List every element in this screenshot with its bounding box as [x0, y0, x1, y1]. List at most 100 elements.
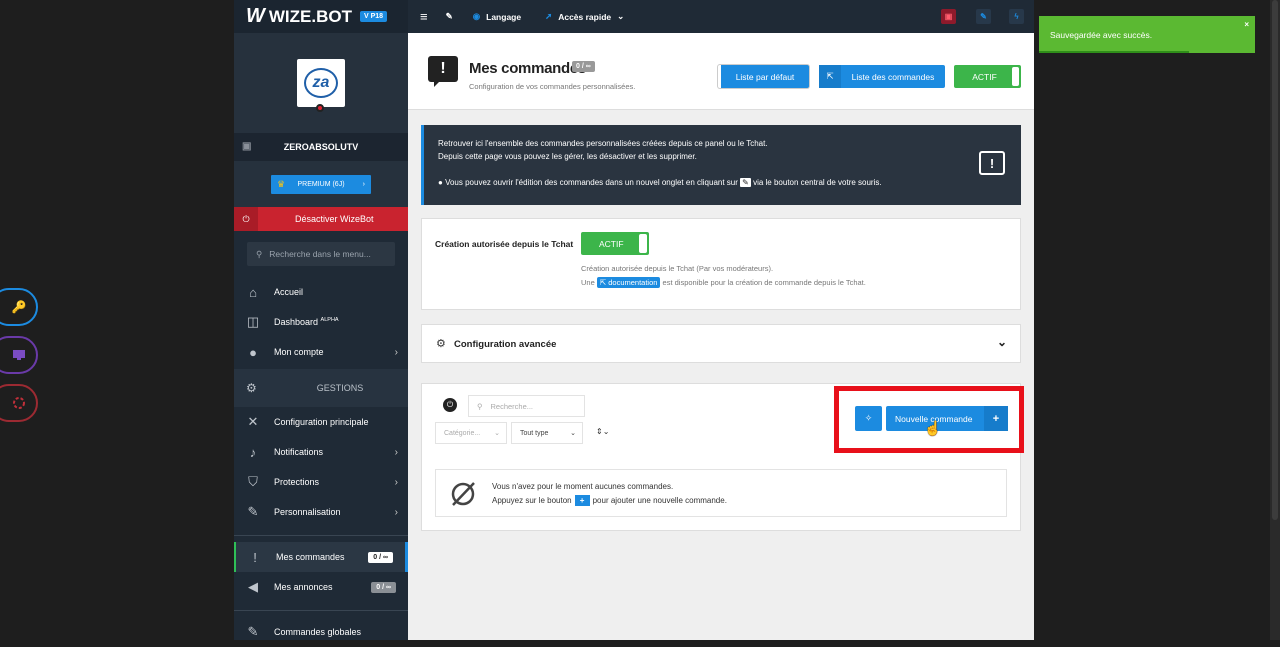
key-icon: 🔑 [11, 300, 27, 314]
info-circle-icon: ● [438, 178, 443, 187]
sidebar-item-accueil[interactable]: ⌂ Accueil [234, 277, 408, 307]
pin-icon[interactable]: ✎ [446, 11, 453, 22]
advanced-config-panel[interactable]: ⚙ Configuration avancée ⌄ [421, 324, 1021, 363]
category-select[interactable]: Catégorie... ⌄ [435, 422, 507, 444]
globe-icon: ◉ [472, 11, 481, 21]
status-dot [316, 104, 324, 112]
chevron-down-icon: ⌄ [494, 430, 500, 437]
language-label: Langage [486, 11, 522, 22]
brand-bar: W WIZE.BOT V P18 [234, 0, 408, 33]
brush-icon: ✎ [247, 504, 259, 519]
section-label: GESTIONS [316, 383, 364, 393]
power-filter-icon[interactable]: ⏻ [443, 398, 457, 412]
shield-icon: ⛉ [248, 474, 258, 489]
sidebar-item-configuration[interactable]: ✕ Configuration principale [234, 407, 408, 437]
deactivate-button[interactable]: ⏻ Désactiver WizeBot [234, 207, 408, 231]
sidebar-item-label: Protections [274, 477, 320, 487]
search-icon: ⚲ [477, 401, 483, 411]
key-float-button[interactable]: 🔑 [0, 288, 38, 326]
scrollbar-thumb[interactable] [1272, 0, 1278, 520]
version-badge: V P18 [360, 11, 388, 22]
brand-name[interactable]: WIZE.BOT [269, 7, 352, 27]
info-line-2: Depuis cette page vous pouvez les gérer,… [438, 152, 697, 161]
screen-float-button[interactable] [0, 336, 38, 374]
tool-icon[interactable]: ✎ [976, 9, 991, 24]
sidebar-item-notifications[interactable]: ♪ Notifications › [234, 437, 408, 467]
title-count-badge: 0 / ∞ [572, 61, 595, 72]
empty-state: Vous n'avez pour le moment aucunes comma… [435, 469, 1007, 517]
sidebar-item-protections[interactable]: ⛉ Protections › [234, 467, 408, 497]
command-list-button[interactable]: ⇱ Liste des commandes [819, 65, 945, 88]
main-content: ! Mes commandes 0 / ∞ Configuration de v… [408, 33, 1034, 640]
chat-creation-card: Création autorisée depuis le Tchat ACTIF… [421, 218, 1021, 310]
sidebar-item-personnalisation[interactable]: ✎ Personnalisation › [234, 497, 408, 527]
sidebar-item-dashboard[interactable]: ◫ Dashboard ALPHA [234, 307, 408, 337]
active-toggle[interactable]: ACTIF [954, 65, 1021, 88]
empty-line-2: Appuyez sur le bouton + pour ajouter une… [492, 495, 727, 506]
topbar: ≡ ✎ ◉ Langage ➚ Accès rapide ⌄ ▣ ✎ ϟ [408, 0, 1034, 33]
sidebar: W WIZE.BOT V P18 za ▣ ZEROABSOLUTV ♛ PRE… [234, 0, 408, 640]
sidebar-item-label: Configuration principale [274, 417, 369, 427]
lifebuoy-float-button[interactable] [0, 384, 38, 422]
sidebar-item-mes-commandes[interactable]: ! Mes commandes 0 / ∞ [234, 542, 408, 572]
avatar[interactable]: za [297, 59, 345, 112]
rocket-icon: ➚ [545, 11, 553, 21]
type-select[interactable]: Tout type ⌄ [511, 422, 583, 444]
sidebar-item-commandes-globales[interactable]: ✎ Commandes globales [234, 617, 408, 647]
premium-button[interactable]: ♛ PREMIUM (6J) › [271, 174, 371, 194]
user-icon: ● [249, 344, 257, 360]
twitch-icon: ▣ [242, 141, 252, 152]
sidebar-item-label: Dashboard ALPHA [274, 317, 339, 327]
no-entry-icon [451, 482, 475, 506]
lifebuoy-icon [13, 397, 25, 409]
scrollbar[interactable] [1270, 0, 1280, 640]
type-value: Tout type [520, 429, 549, 437]
sidebar-item-mes-annonces[interactable]: ◀ Mes annonces 0 / ∞ [234, 572, 408, 602]
menu-search-input[interactable]: ⚲ Recherche dans le menu... [247, 242, 395, 266]
alert-bubble-icon: ! [979, 151, 1005, 175]
quick-access-menu[interactable]: ➚ Accès rapide ⌄ [545, 11, 624, 22]
crown-icon: ♛ [277, 178, 286, 189]
chat-creation-toggle[interactable]: ACTIF [581, 232, 649, 255]
bell-icon: ♪ [249, 444, 257, 460]
sidebar-item-label: Personnalisation [274, 507, 341, 517]
tools-icon: ✕ [247, 414, 259, 429]
commands-count-badge: 0 / ∞ [368, 551, 393, 563]
default-list-button[interactable]: Liste par défaut [718, 65, 809, 88]
documentation-line: Une ⇱ documentation est disponible pour … [581, 277, 866, 288]
close-icon[interactable]: × [1244, 20, 1249, 29]
gestions-section: ⚙ GESTIONS [234, 369, 408, 407]
chevron-down-icon: ⌄ [617, 11, 625, 21]
chat-creation-label: Création autorisée depuis le Tchat [435, 239, 574, 249]
info-line-3: ● Vous pouvez ouvrir l'édition des comma… [438, 178, 882, 187]
menu-search-placeholder: Recherche dans le menu... [269, 249, 371, 259]
annonces-count-badge: 0 / ∞ [371, 581, 396, 593]
bolt-icon[interactable]: ϟ [1009, 9, 1024, 24]
sidebar-item-label: Notifications [274, 447, 324, 457]
toggle-knob [1012, 67, 1019, 86]
toggle-label: ACTIF [599, 238, 624, 249]
page-title: Mes commandes [469, 60, 586, 77]
sidebar-item-mon-compte[interactable]: ● Mon compte › [234, 337, 408, 367]
documentation-link[interactable]: ⇱ documentation [596, 277, 661, 288]
hamburger-menu-icon[interactable]: ≡ [420, 9, 428, 24]
external-link-icon: ⇱ [819, 65, 841, 88]
hand-cursor-icon: ☝ [924, 420, 942, 436]
monitor-icon [13, 350, 25, 360]
premium-label: PREMIUM (6J) [297, 180, 345, 188]
profile-panel: za [234, 33, 408, 133]
wizebot-logo-icon[interactable]: W [246, 5, 265, 28]
chevron-right-icon: › [362, 180, 365, 188]
megaphone-icon: ◀ [248, 579, 258, 594]
commands-search-input[interactable]: ⚲ Recherche... [468, 395, 585, 417]
inline-plus-icon: + [574, 495, 590, 506]
divider [234, 535, 408, 536]
chevron-down-icon: ⌄ [570, 430, 576, 437]
empty-line-1: Vous n'avez pour le moment aucunes comma… [492, 482, 674, 491]
power-icon: ⏻ [234, 207, 258, 231]
alpha-sup: ALPHA [320, 317, 339, 323]
twitch-icon[interactable]: ▣ [941, 9, 956, 24]
category-placeholder: Catégorie... [444, 429, 481, 437]
sort-icon[interactable]: ⇕⌄ [596, 427, 609, 436]
language-menu[interactable]: ◉ Langage [473, 11, 521, 22]
